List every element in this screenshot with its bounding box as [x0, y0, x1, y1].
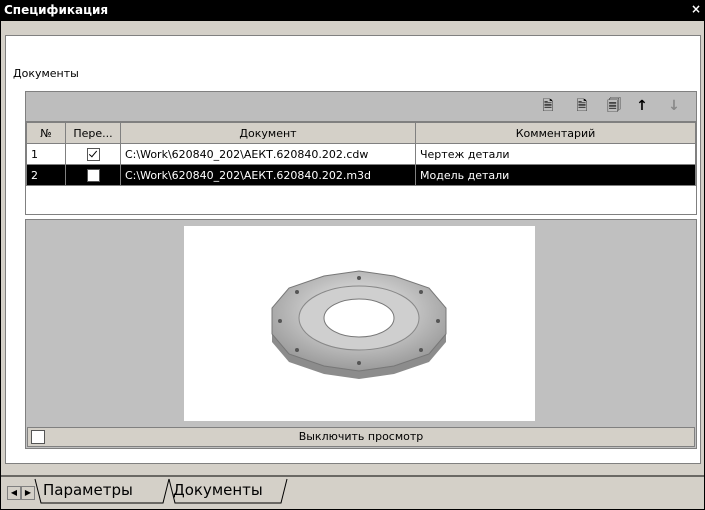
window-title: Спецификация	[4, 3, 109, 17]
table-row[interactable]: 1 C:\Work\620840_202\АЕКТ.620840.202.cdw…	[26, 143, 696, 165]
tab-documents[interactable]: Документы	[169, 481, 267, 499]
copy-document-icon[interactable]: 🗐	[604, 95, 624, 117]
arrow-up-icon[interactable]: ↑	[632, 95, 652, 117]
row-document[interactable]: C:\Work\620840_202\АЕКТ.620840.202.m3d	[120, 164, 416, 186]
add-document-alt-icon[interactable]: 🗎	[572, 95, 592, 117]
row-checkbox-cell	[65, 164, 121, 186]
documents-toolbar: 🗎 🗎 🗐 ↑ ↓	[25, 91, 697, 123]
column-header-document[interactable]: Документ	[120, 122, 416, 144]
tab-bar: ◀ ▶ Параметры Документы	[1, 475, 704, 509]
close-icon[interactable]: ×	[691, 2, 701, 16]
row-comment[interactable]: Модель детали	[415, 164, 696, 186]
specification-window: Спецификация × Документы 🗎 🗎 🗐 ↑ ↓ № Пер…	[0, 0, 705, 510]
column-header-num[interactable]: №	[26, 122, 66, 144]
flange-model-icon	[271, 270, 447, 379]
row-document[interactable]: C:\Work\620840_202\АЕКТ.620840.202.cdw	[120, 143, 416, 165]
preview-area	[25, 219, 697, 449]
arrow-down-icon[interactable]: ↓	[664, 95, 684, 117]
table-row[interactable]: 2 C:\Work\620840_202\АЕКТ.620840.202.m3d…	[26, 164, 696, 186]
documents-table: № Пере... Документ Комментарий 1 C:\Work…	[25, 121, 697, 215]
column-header-comment[interactable]: Комментарий	[415, 122, 696, 144]
model-preview-image	[184, 226, 535, 421]
row-checkbox-cell	[65, 143, 121, 165]
row-checkbox[interactable]	[86, 168, 100, 182]
row-checkbox[interactable]	[86, 147, 100, 161]
table-header-row: № Пере... Документ Комментарий	[26, 122, 696, 144]
documents-label: Документы	[13, 67, 79, 80]
row-comment[interactable]: Чертеж детали	[415, 143, 696, 165]
column-header-transfer[interactable]: Пере...	[65, 122, 121, 144]
tab-scroll-right-icon[interactable]: ▶	[21, 486, 35, 500]
title-bar[interactable]: Спецификация ×	[1, 1, 704, 21]
tab-parameters[interactable]: Параметры	[39, 481, 137, 499]
disable-preview-label[interactable]: Выключить просмотр	[28, 430, 694, 443]
row-number: 2	[26, 164, 66, 186]
tab-scroll-buttons: ◀ ▶	[7, 485, 35, 500]
add-document-icon[interactable]: 🗎	[538, 95, 558, 117]
tab-scroll-left-icon[interactable]: ◀	[7, 486, 21, 500]
disable-preview-row[interactable]: Выключить просмотр	[27, 427, 695, 447]
documents-label-mnemonic: Д	[13, 67, 22, 80]
documents-label-rest: окументы	[21, 67, 79, 80]
row-number: 1	[26, 143, 66, 165]
